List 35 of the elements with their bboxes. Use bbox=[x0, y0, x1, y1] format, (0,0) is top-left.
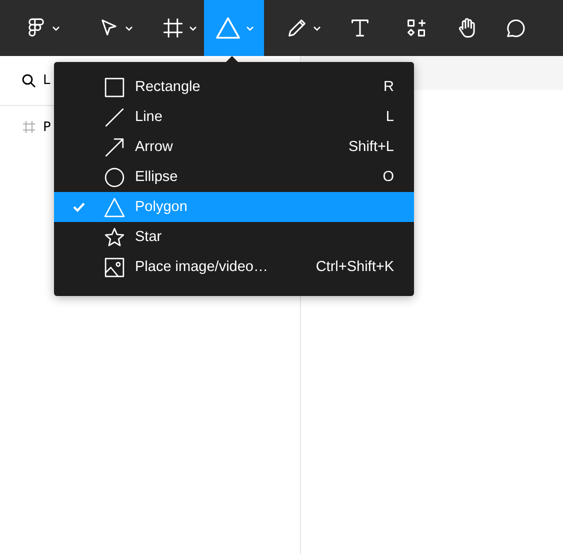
arrow-icon bbox=[104, 136, 125, 158]
shortcut-label: Ctrl+Shift+K bbox=[316, 259, 394, 275]
square-icon bbox=[104, 76, 125, 98]
image-icon bbox=[104, 256, 125, 278]
shortcut-label: O bbox=[382, 169, 394, 185]
frame-icon bbox=[162, 17, 184, 39]
menu-item[interactable]: Rectangle R bbox=[54, 72, 414, 102]
caret-icon bbox=[124, 26, 132, 30]
menu-item[interactable]: Arrow Shift+L bbox=[54, 132, 414, 162]
hand-icon bbox=[456, 17, 478, 39]
menu-item[interactable]: Star bbox=[54, 222, 414, 252]
caret-icon bbox=[246, 26, 254, 30]
triangle-icon bbox=[214, 15, 240, 41]
circle-icon bbox=[104, 166, 125, 188]
star-icon bbox=[104, 226, 125, 248]
frame-icon bbox=[22, 120, 36, 134]
caret-icon bbox=[312, 26, 320, 30]
caret-icon bbox=[188, 26, 196, 30]
menu-item[interactable]: Line L bbox=[54, 102, 414, 132]
shortcut-label: R bbox=[384, 79, 394, 95]
search-icon bbox=[22, 74, 36, 88]
components-icon bbox=[405, 17, 427, 39]
caret-icon bbox=[52, 26, 60, 30]
menu-item[interactable]: Place image/video… Ctrl+Shift+K bbox=[54, 252, 414, 282]
pencil-icon bbox=[286, 17, 308, 39]
shortcut-label: L bbox=[386, 109, 394, 125]
shortcut-label: Shift+L bbox=[348, 139, 394, 155]
line-icon bbox=[104, 106, 125, 128]
checkmark-icon bbox=[73, 202, 85, 212]
triangle-icon bbox=[104, 196, 125, 218]
comment-icon bbox=[504, 17, 526, 39]
text-icon bbox=[349, 17, 371, 39]
menu-item[interactable]: Ellipse O bbox=[54, 162, 414, 192]
layer-item[interactable]: P bbox=[43, 120, 51, 134]
search-field[interactable]: L bbox=[43, 73, 50, 88]
